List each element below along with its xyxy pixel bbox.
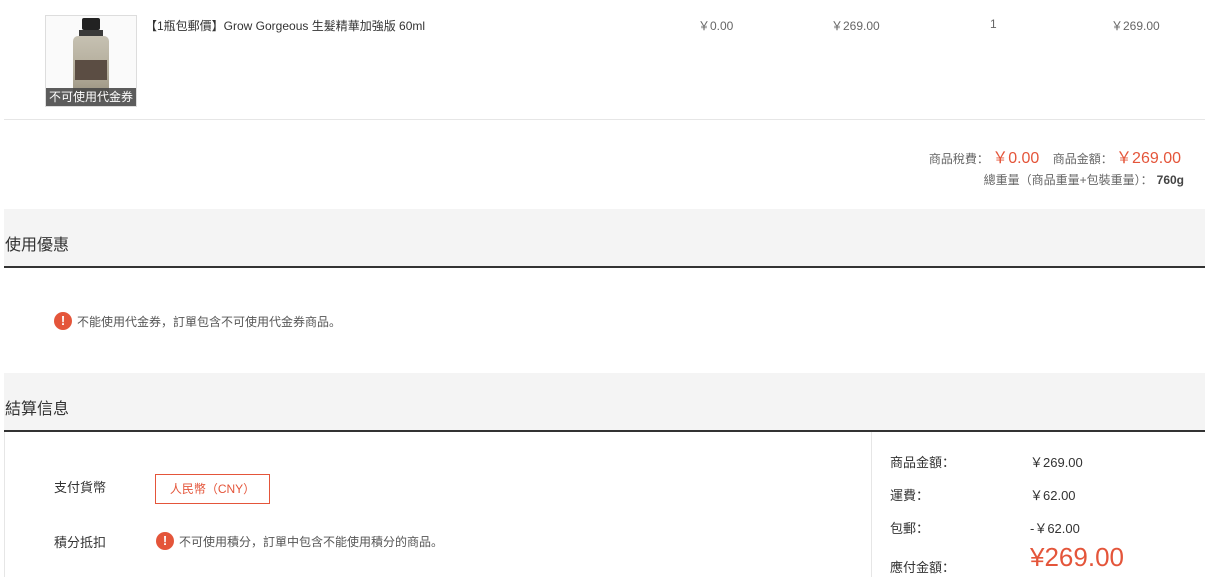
bottle-label bbox=[75, 60, 107, 80]
product-tax: ￥0.00 bbox=[698, 19, 734, 33]
settlement-options: 支付貨幣 人民幣（CNY） 積分抵扣 ! 不可使用積分，訂單中包含不能使用積分的… bbox=[4, 432, 872, 577]
product-thumbnail[interactable]: 不可使用代金券 bbox=[45, 15, 137, 107]
product-row: 不可使用代金券 【1瓶包郵價】Grow Gorgeous 生髮精華加強版 60m… bbox=[4, 0, 1205, 120]
weight-value: 760g bbox=[1156, 173, 1184, 187]
points-warning: ! 不可使用積分，訂單中包含不能使用積分的商品。 bbox=[156, 532, 443, 550]
totals-box: 商品金額： ￥269.00 運費： ￥62.00 包郵： -￥62.00 應付金… bbox=[871, 432, 1206, 577]
exclamation-circle-icon: ! bbox=[54, 312, 72, 330]
shipping-value: ￥62.00 bbox=[1030, 488, 1076, 503]
order-summary: 商品稅費： ￥0.00 商品金額： ￥269.00 總重量（商品重量+包裝重量）… bbox=[4, 120, 1205, 209]
free-shipping-value: -￥62.00 bbox=[1030, 521, 1080, 536]
shipping-label: 運費： bbox=[890, 488, 930, 503]
summary-weight: 總重量（商品重量+包裝重量）： 760g bbox=[984, 171, 1184, 188]
payable-total: ¥269.00 bbox=[1030, 542, 1124, 572]
bottle-cap bbox=[82, 18, 100, 30]
amount-label: 商品金額： bbox=[1052, 152, 1113, 166]
payable-label: 應付金額： bbox=[890, 560, 956, 575]
points-label: 積分抵扣 bbox=[54, 535, 107, 550]
tax-label: 商品稅費： bbox=[928, 152, 989, 166]
product-unit-price: ￥269.00 bbox=[831, 19, 880, 33]
currency-option-cny[interactable]: 人民幣（CNY） bbox=[155, 474, 270, 504]
discount-section-header: 使用優惠 bbox=[4, 209, 1205, 268]
product-quantity: 1 bbox=[990, 17, 997, 31]
amount-value: ￥269.00 bbox=[1116, 150, 1181, 167]
settlement-panel: 支付貨幣 人民幣（CNY） 積分抵扣 ! 不可使用積分，訂單中包含不能使用積分的… bbox=[4, 432, 1206, 577]
goods-amount-value: ￥269.00 bbox=[1030, 455, 1083, 470]
product-subtotal: ￥269.00 bbox=[1111, 19, 1160, 33]
no-voucher-badge: 不可使用代金券 bbox=[46, 88, 136, 106]
free-shipping-label: 包郵： bbox=[890, 521, 930, 536]
currency-label: 支付貨幣 bbox=[54, 480, 107, 495]
section-title: 結算信息 bbox=[5, 401, 70, 418]
section-title: 使用優惠 bbox=[5, 237, 70, 254]
points-warning-text: 不可使用積分，訂單中包含不能使用積分的商品。 bbox=[179, 534, 444, 549]
tax-value: ￥0.00 bbox=[992, 150, 1040, 167]
exclamation-circle-icon: ! bbox=[156, 532, 174, 550]
summary-amounts: 商品稅費： ￥0.00 商品金額： ￥269.00 bbox=[929, 144, 1181, 168]
voucher-warning-text: 不能使用代金券，訂單包含不可使用代金券商品。 bbox=[77, 314, 342, 329]
weight-label: 總重量（商品重量+包裝重量）： bbox=[983, 173, 1153, 187]
product-title[interactable]: 【1瓶包郵價】Grow Gorgeous 生髮精華加強版 60ml bbox=[145, 17, 425, 34]
settlement-section-header: 結算信息 bbox=[4, 373, 1205, 432]
voucher-warning: ! 不能使用代金券，訂單包含不可使用代金券商品。 bbox=[54, 312, 341, 330]
discount-panel: ! 不能使用代金券，訂單包含不可使用代金券商品。 bbox=[4, 268, 1205, 373]
order-confirm-page: 不可使用代金券 【1瓶包郵價】Grow Gorgeous 生髮精華加強版 60m… bbox=[4, 0, 1206, 577]
goods-amount-label: 商品金額： bbox=[890, 455, 956, 470]
